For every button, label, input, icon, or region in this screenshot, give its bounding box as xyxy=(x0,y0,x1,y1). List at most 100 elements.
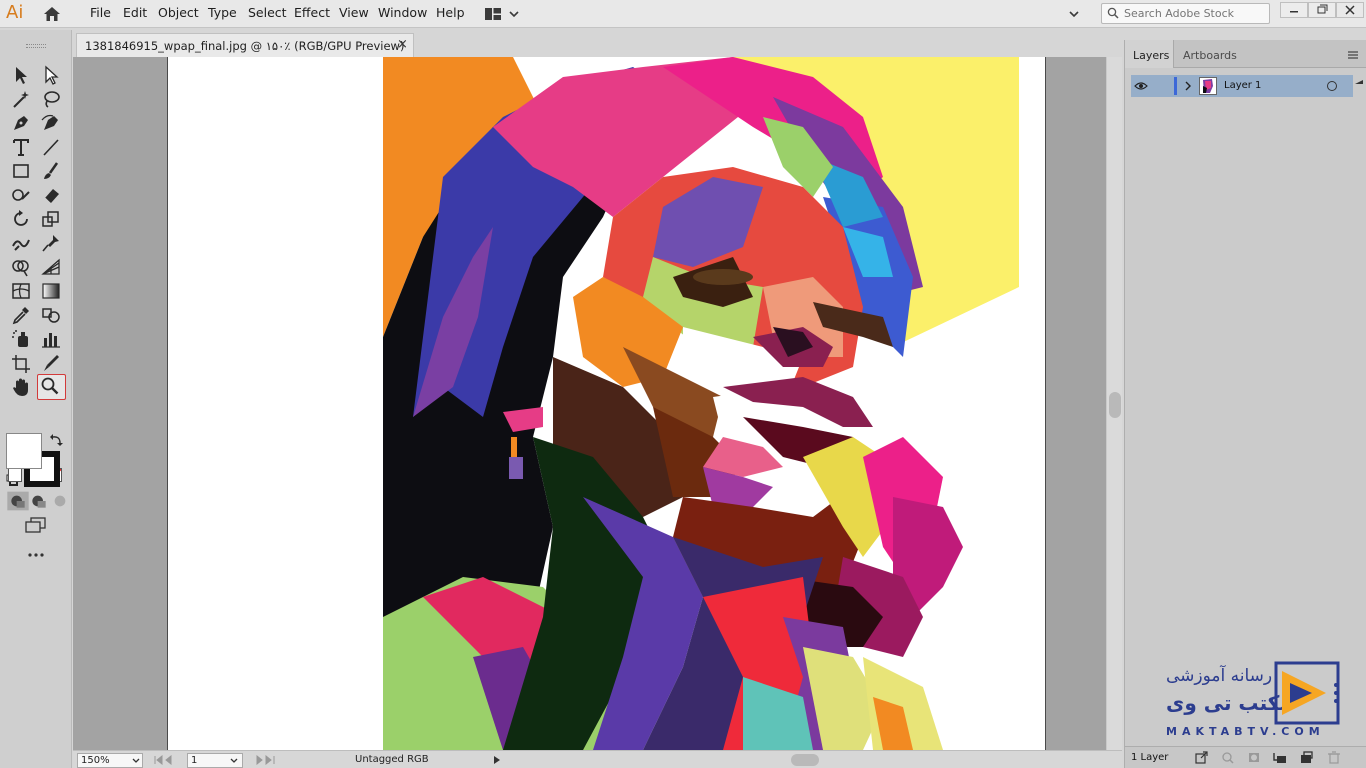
menu-object[interactable]: Object xyxy=(158,5,199,20)
eraser-icon xyxy=(44,189,59,204)
pin-icon xyxy=(42,235,59,252)
blend-tool[interactable] xyxy=(39,304,63,326)
eraser-tool[interactable] xyxy=(39,184,63,206)
draw-behind-button[interactable] xyxy=(27,490,46,508)
tab-layers[interactable]: Layers xyxy=(1125,40,1174,68)
menu-select[interactable]: Select xyxy=(248,5,287,20)
gradient-tool[interactable] xyxy=(39,280,63,302)
menu-type[interactable]: Type xyxy=(208,5,237,20)
tab-artboards[interactable]: Artboards xyxy=(1175,40,1245,68)
wpap-portrait-artwork[interactable] xyxy=(383,57,1019,750)
hand-tool[interactable] xyxy=(9,376,33,398)
next-last-artboard-icon[interactable] xyxy=(253,755,283,765)
menu-view[interactable]: View xyxy=(339,5,369,20)
column-graph-tool[interactable] xyxy=(39,328,63,350)
shape-builder-tool[interactable] xyxy=(9,256,33,278)
minimize-button[interactable] xyxy=(1280,2,1308,18)
pen-tool[interactable] xyxy=(9,112,33,134)
slice-tool[interactable] xyxy=(39,352,63,374)
selection-tool[interactable] xyxy=(9,64,33,86)
panel-scrollbar[interactable] xyxy=(1353,75,1365,735)
layer-name[interactable]: Layer 1 xyxy=(1224,80,1261,91)
panel-menu-icon[interactable] xyxy=(1347,50,1359,60)
stock-search[interactable] xyxy=(1101,3,1270,24)
mesh-tool[interactable] xyxy=(9,280,33,302)
close-window-button[interactable] xyxy=(1336,2,1364,18)
chevron-down-icon[interactable] xyxy=(1068,8,1080,18)
chevron-down-icon xyxy=(230,758,238,763)
artboard-number-field[interactable]: 1 xyxy=(187,753,243,768)
magic-wand-tool[interactable] xyxy=(9,88,33,110)
play-icon[interactable] xyxy=(493,756,501,764)
line-tool[interactable] xyxy=(39,136,63,158)
swap-colors-icon[interactable] xyxy=(50,433,64,447)
panel-grip[interactable] xyxy=(26,44,46,48)
scroll-thumb[interactable] xyxy=(1109,392,1121,418)
scale-tool[interactable] xyxy=(39,208,63,230)
puppet-warp-tool[interactable] xyxy=(39,232,63,254)
rotate-tool[interactable] xyxy=(9,208,33,230)
screen-mode-button[interactable] xyxy=(24,514,48,533)
canvas[interactable] xyxy=(73,57,1122,750)
rectangle-tool[interactable] xyxy=(9,160,33,182)
close-icon[interactable]: × xyxy=(397,37,408,52)
menu-help[interactable]: Help xyxy=(436,5,465,20)
workspace-switcher[interactable] xyxy=(484,6,522,22)
search-input[interactable] xyxy=(1124,6,1264,21)
chevron-right-icon[interactable] xyxy=(1183,80,1193,92)
layer-count: 1 Layer xyxy=(1131,752,1169,763)
symbol-sprayer-tool[interactable] xyxy=(9,328,33,350)
menu-bar: Ai File Edit Object Type Select Effect V… xyxy=(0,0,1366,28)
target-icon[interactable] xyxy=(1327,81,1337,91)
new-sublayer-icon[interactable] xyxy=(1273,751,1287,764)
lasso-tool[interactable] xyxy=(39,88,63,110)
direct-selection-tool[interactable] xyxy=(39,64,63,86)
eye-icon[interactable] xyxy=(1134,80,1148,92)
curvature-tool[interactable] xyxy=(39,112,63,134)
scale-icon xyxy=(42,211,59,227)
layer-row[interactable]: Layer 1 xyxy=(1131,75,1353,97)
document-tab[interactable]: 1381846915_wpap_final.jpg @ ۱۵۰٪ (RGB/GP… xyxy=(76,33,414,57)
export-icon[interactable] xyxy=(1195,751,1209,764)
type-tool[interactable] xyxy=(9,136,33,158)
artboard[interactable] xyxy=(167,57,1046,750)
edit-toolbar-button[interactable] xyxy=(24,544,48,557)
document-title: 1381846915_wpap_final.jpg @ ۱۵۰٪ (RGB/GP… xyxy=(85,39,405,53)
fill-color-swatch[interactable] xyxy=(6,433,42,469)
perspective-grid-tool[interactable] xyxy=(39,256,63,278)
first-prev-artboard-icon[interactable] xyxy=(153,755,183,765)
vertical-scrollbar[interactable] xyxy=(1106,57,1122,750)
locate-object-icon[interactable] xyxy=(1221,751,1235,764)
artboard-tool[interactable] xyxy=(9,352,33,374)
warp-icon xyxy=(12,239,30,251)
shaper-tool[interactable] xyxy=(9,184,33,206)
type-icon xyxy=(13,139,29,156)
panel-tabs: Layers Artboards xyxy=(1125,40,1366,68)
shaper-icon xyxy=(12,189,30,201)
draw-normal-button[interactable] xyxy=(6,490,29,511)
paintbrush-tool[interactable] xyxy=(39,160,63,182)
menu-edit[interactable]: Edit xyxy=(123,5,147,20)
eyedropper-tool[interactable] xyxy=(9,304,33,326)
zoom-tool[interactable] xyxy=(37,374,66,400)
zoom-level-field[interactable]: 150% xyxy=(77,753,143,768)
search-icon xyxy=(1107,7,1119,19)
zoom-value: 150% xyxy=(81,755,110,766)
restore-button[interactable] xyxy=(1308,2,1336,18)
horizontal-scrollbar[interactable] xyxy=(513,753,1113,767)
clipping-mask-icon[interactable] xyxy=(1247,751,1261,764)
draw-inside-button[interactable] xyxy=(48,490,66,507)
watermark-logo: رسانه آموزشی مکتب تی وی MAKTABTV.COM xyxy=(1150,655,1350,745)
tools-panel xyxy=(0,30,72,768)
menu-effect[interactable]: Effect xyxy=(294,5,330,20)
menu-file[interactable]: File xyxy=(90,5,111,20)
warp-tool[interactable] xyxy=(9,232,33,254)
hscroll-thumb[interactable] xyxy=(791,754,819,766)
home-icon[interactable] xyxy=(42,5,62,23)
scroll-up-icon[interactable] xyxy=(1353,78,1365,86)
trash-icon[interactable] xyxy=(1327,751,1341,764)
color-mode-button[interactable] xyxy=(8,468,22,482)
hollow-arrow-icon xyxy=(45,65,59,85)
menu-window[interactable]: Window xyxy=(378,5,427,20)
new-layer-icon[interactable] xyxy=(1299,751,1313,764)
